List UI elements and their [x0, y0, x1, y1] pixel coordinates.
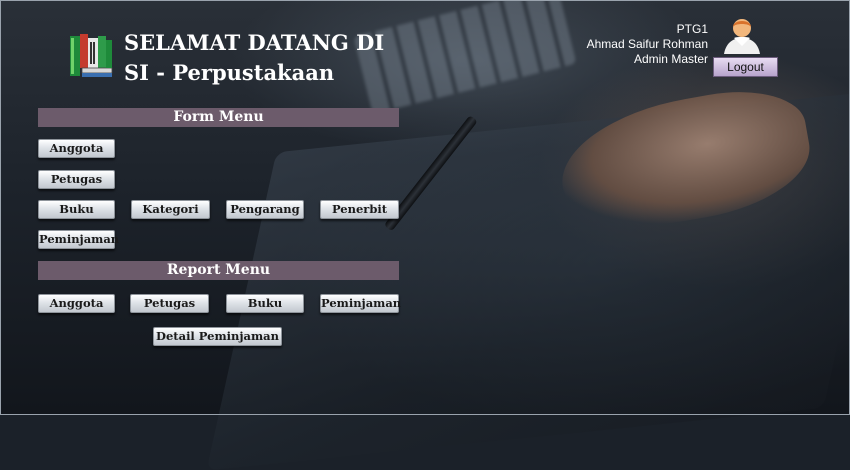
user-id: PTG1 [676, 22, 708, 36]
report-buku-button[interactable]: Buku [226, 294, 304, 313]
report-anggota-button[interactable]: Anggota [38, 294, 115, 313]
form-petugas-button[interactable]: Petugas [38, 170, 115, 189]
form-menu-header: Form Menu [38, 108, 399, 127]
report-petugas-button[interactable]: Petugas [130, 294, 209, 313]
logout-button[interactable]: Logout [713, 57, 778, 77]
report-detail-peminjaman-button[interactable]: Detail Peminjaman [153, 327, 282, 346]
title-line-2: SI - Perpustakaan [124, 60, 335, 85]
form-pengarang-button[interactable]: Pengarang [226, 200, 304, 219]
form-peminjaman-button[interactable]: Peminjaman [38, 230, 119, 249]
title-line-1: SELAMAT DATANG DI [124, 30, 385, 55]
user-info: PTG1 Ahmad Saifur Rohman Admin Master [587, 22, 708, 67]
user-avatar-icon [724, 19, 760, 54]
books-logo-icon [70, 34, 113, 77]
report-menu-header: Report Menu [38, 261, 399, 280]
page-title: SELAMAT DATANG DI SI - Perpustakaan [124, 28, 384, 88]
form-buku-button[interactable]: Buku [38, 200, 115, 219]
form-kategori-button[interactable]: Kategori [131, 200, 210, 219]
form-penerbit-button[interactable]: Penerbit [320, 200, 399, 219]
user-name: Ahmad Saifur Rohman [586, 37, 708, 51]
user-role: Admin Master [633, 52, 708, 66]
form-anggota-button[interactable]: Anggota [38, 139, 115, 158]
report-peminjaman-button[interactable]: Peminjaman [320, 294, 401, 313]
